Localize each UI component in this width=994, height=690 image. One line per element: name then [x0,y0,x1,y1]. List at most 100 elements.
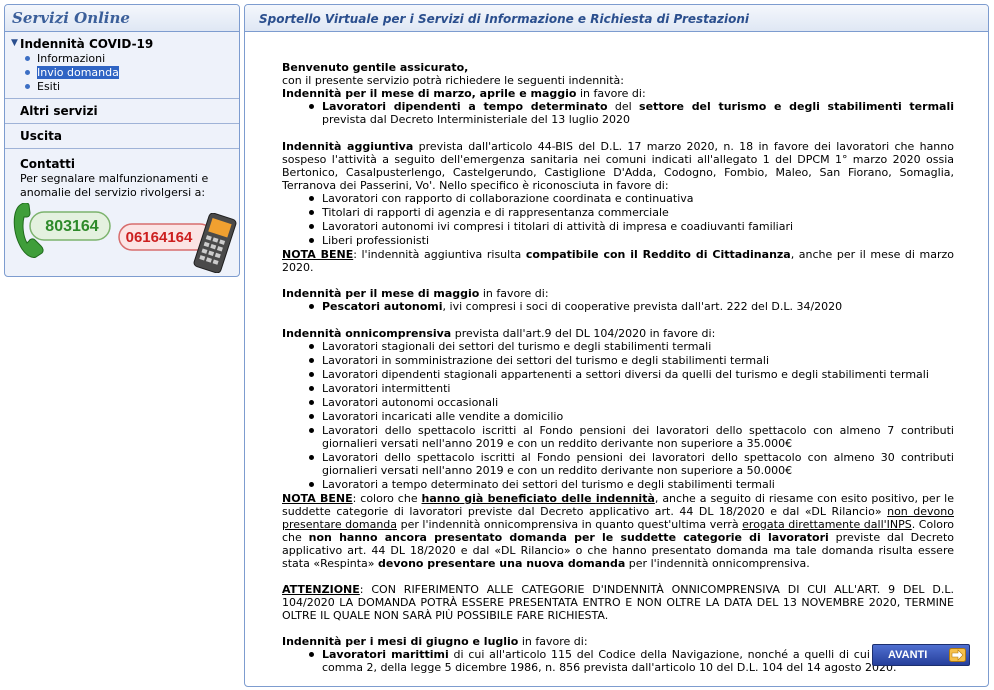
bullet-icon [309,372,314,377]
nota-bene: NOTA BENE: l'indennità aggiuntiva risult… [282,248,954,274]
item-text: Lavoratori autonomi ivi compresi i titol… [322,220,794,233]
sidebar-section-covid: ▼ Indennità COVID-19 Informazioni Invio … [5,32,239,99]
nb-text: per l'indennità onnicomprensiva. [625,557,810,570]
bullet-icon [309,482,314,487]
main-title: Sportello Virtuale per i Servizi di Info… [259,12,750,26]
bullet-icon [309,210,314,215]
section-text: in favore di: [518,635,588,648]
avanti-button[interactable]: AVANTI [872,644,970,666]
section-text: in favore di: [576,87,646,100]
list-item: Liberi professionisti [309,234,954,247]
sidebar-title: Servizi Online [12,9,130,27]
list-item: Lavoratori incaricati alle vendite a dom… [309,410,954,423]
list-item: Lavoratori stagionali dei settori del tu… [309,340,954,353]
attention-notice: ATTENZIONE: CON RIFERIMENTO ALLE CATEGOR… [282,583,954,622]
bullet-icon [25,56,30,61]
nb-text: per l'indennità onnicomprensiva in quant… [397,518,743,531]
bullet-icon [25,70,30,75]
mobile-phone-icon: 06164164 [118,213,237,273]
item-text: Lavoratori autonomi occasionali [322,396,499,409]
bullet-icon [309,414,314,419]
item-bold: Lavoratori dipendenti a tempo determinat… [322,100,608,113]
item-bold: Lavoratori marittimi [322,648,449,661]
attention-label: ATTENZIONE [282,583,360,596]
nb-bold: non hanno ancora presentato domanda per … [308,531,829,544]
section-title: Indennità per il mese di maggio [282,287,480,300]
item-text: Lavoratori stagionali dei settori del tu… [322,340,712,353]
bullet-icon [309,344,314,349]
section-title: Indennità aggiuntiva [282,140,414,153]
nota-bene-label: NOTA BENE [282,248,354,261]
sidebar-item-label[interactable]: Informazioni [37,52,105,65]
bullet-icon [309,196,314,201]
bullet-icon [309,400,314,405]
item-text: Lavoratori dipendenti stagionali apparte… [322,368,929,381]
main-panel: Sportello Virtuale per i Servizi di Info… [244,4,989,687]
contact-text: Per segnalare malfunzionamenti e anomali… [20,172,209,199]
section-text: in favore di: [479,287,549,300]
sidebar-item-label[interactable]: Invio domanda [37,66,119,79]
phone-green-number: 803164 [45,218,98,235]
item-text: Titolari di rapporti di agenzia e di rap… [322,206,669,219]
nb-underline: hanno già beneficiato delle indennità [421,492,655,505]
sidebar-item-invio-domanda[interactable]: Invio domanda [25,66,239,80]
bullet-icon [309,238,314,243]
bullet-icon [25,84,30,89]
intro-text: con il presente servizio potrà richieder… [282,74,624,87]
item-text: Lavoratori dello spettacolo iscritti al … [322,424,954,450]
item-text: Lavoratori in somministrazione dei setto… [322,354,770,367]
item-text: Lavoratori dello spettacolo iscritti al … [322,451,954,477]
nb-underline: erogata direttamente dall'INPS [742,518,912,531]
item-text: Liberi professionisti [322,234,430,247]
chevron-down-icon[interactable]: ▼ [11,38,18,48]
nb-bold: compatibile con il Reddito di Cittadinan… [525,248,791,261]
nota-bene: NOTA BENE: coloro che hanno già benefici… [282,492,954,570]
sidebar-section-altri-servizi-label[interactable]: Altri servizi [5,99,239,123]
item-text: Lavoratori con rapporto di collaborazion… [322,192,694,205]
sidebar-section-altri-servizi[interactable]: Altri servizi [5,99,239,124]
list-item: Lavoratori a tempo determinato dei setto… [309,478,954,491]
list-item: Lavoratori autonomi ivi compresi i titol… [309,220,954,233]
list-item: Lavoratori autonomi occasionali [309,396,954,409]
list-item: Titolari di rapporti di agenzia e di rap… [309,206,954,219]
list-item: Lavoratori intermittenti [309,382,954,395]
sidebar-section-covid-label[interactable]: Indennità COVID-19 [5,32,239,52]
bullet-icon [309,455,314,460]
item-text: Lavoratori incaricati alle vendite a dom… [322,410,564,423]
main-content: Benvenuto gentile assicurato, con il pre… [282,61,954,675]
item-text: Lavoratori intermittenti [322,382,451,395]
sidebar-item-esiti[interactable]: Esiti [25,80,239,94]
list-item: Pescatori autonomi, ivi compresi i soci … [309,300,954,313]
sidebar-item-label[interactable]: Esiti [37,80,60,93]
sidebar-section-uscita[interactable]: Uscita [5,124,239,149]
sidebar-header: Servizi Online [5,5,239,32]
bullet-icon [309,104,314,109]
phone-handset-icon: 803164 [13,203,111,258]
bullet-icon [309,224,314,229]
section-text: prevista dall'art.9 del DL 104/2020 in f… [451,327,716,340]
attention-text: : CON RIFERIMENTO ALLE CATEGORIE D'INDEN… [282,583,954,622]
list-item: Lavoratori con rapporto di collaborazion… [309,192,954,205]
item-bold: settore del turismo e degli stabilimenti… [639,100,954,113]
list-item: Lavoratori dipendenti a tempo determinat… [309,100,954,126]
section-title: Indennità onnicomprensiva [282,327,452,340]
item-text: del [607,100,640,113]
bullet-icon [309,358,314,363]
nb-text: : l'indennità aggiuntiva risulta [353,248,526,261]
contact-title: Contatti [20,157,76,171]
item-text: prevista dal Decreto Interministeriale d… [322,113,631,126]
avanti-label: AVANTI [888,649,928,661]
list-item: Lavoratori in somministrazione dei setto… [309,354,954,367]
welcome-heading: Benvenuto gentile assicurato, [282,61,469,74]
arrow-right-icon [949,648,966,662]
nb-bold: devono presentare una nuova domanda [378,557,626,570]
item-text: , ivi compresi i soci di cooperative pre… [442,300,843,313]
main-header: Sportello Virtuale per i Servizi di Info… [245,5,988,32]
section-title: Indennità per il mese di marzo, aprile e… [282,87,577,100]
bullet-icon [309,428,314,433]
list-item: Lavoratori dello spettacolo iscritti al … [309,424,954,450]
bullet-icon [309,386,314,391]
sidebar-item-informazioni[interactable]: Informazioni [25,52,239,66]
sidebar-section-uscita-label[interactable]: Uscita [5,124,239,148]
sidebar-panel: Servizi Online ▼ Indennità COVID-19 Info… [4,4,240,277]
